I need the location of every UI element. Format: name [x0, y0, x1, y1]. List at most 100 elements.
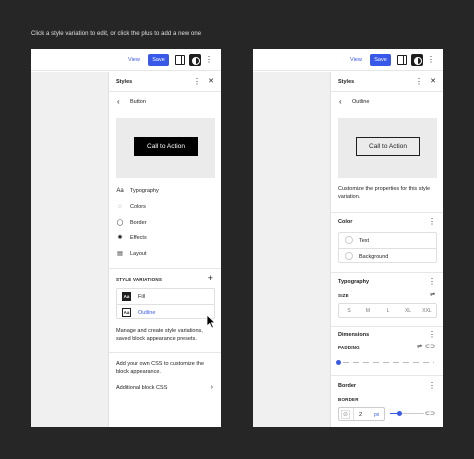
size-option-m[interactable]: M	[358, 308, 378, 314]
typography-options-icon[interactable]: ⋮	[428, 277, 436, 286]
sidebar-header: Styles ⋮ ✕	[109, 72, 221, 92]
size-option-l[interactable]: L	[378, 308, 398, 314]
styles-toggle-icon[interactable]	[189, 54, 201, 66]
styles-sidebar: Styles ⋮ ✕ ‹ Outline Call to Action Cust…	[330, 72, 443, 427]
editor-window-button-styles: View Save ⋮ Styles ⋮ ✕ ‹ Button Call to …	[31, 49, 221, 427]
add-variation-plus-icon[interactable]: +	[208, 274, 213, 283]
outline-variation-icon: Aa	[122, 308, 131, 317]
border-section-title: Border	[338, 383, 357, 389]
close-icon[interactable]: ✕	[208, 77, 214, 85]
sidebar-toggle-icon[interactable]	[175, 55, 185, 65]
typography-section-title: Typography	[338, 279, 370, 285]
border-icon: ◯	[116, 220, 124, 226]
variation-preview: Call to Action	[338, 118, 437, 178]
block-title: Button	[130, 99, 146, 105]
padding-settings-icon[interactable]: ⇌	[417, 343, 422, 350]
divider	[109, 268, 221, 269]
sidebar-title: Styles	[338, 79, 355, 85]
variation-title: Outline	[352, 99, 370, 105]
additional-css-link[interactable]: Additional block CSS	[116, 385, 216, 393]
css-help-text: Add your own CSS to customize the block …	[116, 361, 205, 375]
divider	[109, 352, 221, 353]
menu-item-label: Layout	[130, 251, 147, 257]
border-unit-select[interactable]: px	[374, 412, 379, 418]
link-sides-icon[interactable]: ⊂⊃	[425, 410, 435, 417]
back-arrow-icon[interactable]: ‹	[117, 97, 120, 106]
border-width-input[interactable]: 2	[359, 412, 362, 418]
typography-icon: Aa	[116, 188, 124, 194]
sidebar-toggle-icon[interactable]	[397, 55, 407, 65]
size-option-xl[interactable]: XL	[398, 308, 418, 314]
color-options-icon[interactable]: ⋮	[428, 217, 436, 226]
styles-sidebar: Styles ⋮ ✕ ‹ Button Call to Action Aa Ty…	[108, 72, 221, 427]
divider	[331, 375, 443, 376]
padding-slider-thumb[interactable]	[336, 360, 341, 365]
block-preview: Call to Action	[116, 118, 215, 178]
variation-item-fill[interactable]: Aa Fill	[117, 289, 214, 304]
font-size-picker: S M L XL XXL	[338, 303, 437, 318]
menu-item-label: Typography	[130, 188, 159, 194]
padding-slider-track[interactable]	[343, 362, 434, 363]
size-settings-icon[interactable]: ⇌	[430, 291, 435, 298]
background-color-swatch-icon	[345, 252, 353, 260]
view-button[interactable]: View	[350, 57, 362, 63]
divider	[331, 212, 443, 213]
padding-label: PADDING	[338, 345, 360, 350]
dimensions-section-title: Dimensions	[338, 332, 370, 338]
more-options-icon[interactable]: ⋮	[426, 55, 436, 65]
variation-item-outline[interactable]: Aa Outline	[117, 304, 214, 319]
color-list: Text Background	[338, 232, 437, 263]
color-item-label: Background	[359, 254, 389, 260]
size-option-s[interactable]: S	[339, 308, 359, 314]
border-options-icon[interactable]: ⋮	[428, 381, 436, 390]
sidebar-navigation: ‹ Outline	[331, 94, 443, 112]
more-options-icon[interactable]: ⋮	[204, 55, 214, 65]
editor-canvas[interactable]	[31, 72, 108, 427]
divider	[331, 272, 443, 273]
border-width-control: ⊘ 2 px	[338, 407, 385, 421]
sidebar-header: Styles ⋮ ✕	[331, 72, 443, 92]
save-button[interactable]: Save	[148, 54, 169, 66]
view-button[interactable]: View	[128, 57, 140, 63]
menu-item-label: Border	[130, 220, 147, 226]
fill-variation-icon: Aa	[122, 292, 131, 301]
separator	[353, 408, 354, 420]
styles-toggle-icon[interactable]	[411, 54, 423, 66]
text-color-swatch-icon	[345, 236, 353, 244]
border-color-swatch-icon[interactable]: ⊘	[341, 410, 350, 419]
back-arrow-icon[interactable]: ‹	[339, 97, 342, 106]
editor-toolbar: View Save ⋮	[253, 49, 443, 71]
border-label: BORDER	[338, 397, 359, 402]
divider	[331, 326, 443, 327]
sidebar-options-icon[interactable]: ⋮	[193, 77, 201, 86]
chevron-right-icon[interactable]: ›	[211, 384, 213, 391]
editor-canvas[interactable]	[253, 72, 330, 427]
link-sides-icon[interactable]: ⊂⊃	[425, 343, 435, 350]
preview-button-fill: Call to Action	[134, 137, 198, 156]
instruction-caption: Click a style variation to edit, or clic…	[31, 31, 202, 37]
editor-toolbar: View Save ⋮	[31, 49, 221, 71]
size-label: SIZE	[338, 293, 349, 298]
color-item-background[interactable]: Background	[339, 248, 436, 263]
mouse-cursor-icon	[206, 314, 216, 329]
sidebar-options-icon[interactable]: ⋮	[415, 77, 423, 86]
variations-list: Aa Fill Aa Outline	[116, 288, 215, 319]
editor-window-outline-variation: View Save ⋮ Styles ⋮ ✕ ‹ Outline Call to…	[253, 49, 443, 427]
dimensions-options-icon[interactable]: ⋮	[428, 330, 436, 339]
color-section-title: Color	[338, 219, 353, 225]
color-item-label: Text	[359, 238, 370, 244]
variations-help-text: Manage and create style variations, save…	[116, 328, 203, 342]
droplet-icon: ◌	[118, 204, 122, 210]
layout-icon: ▤	[117, 251, 123, 257]
effects-icon: ✺	[117, 235, 123, 241]
color-item-text[interactable]: Text	[339, 233, 436, 248]
sidebar-navigation: ‹ Button	[109, 94, 221, 112]
size-option-xxl[interactable]: XXL	[417, 308, 437, 314]
menu-item-label: Colors	[130, 204, 146, 210]
border-slider-track[interactable]	[402, 413, 424, 414]
save-button[interactable]: Save	[370, 54, 391, 66]
style-variations-heading: STYLE VARIATIONS	[116, 277, 163, 282]
variation-label: Outline	[138, 310, 156, 316]
close-icon[interactable]: ✕	[430, 77, 436, 85]
menu-item-label: Effects	[130, 235, 147, 241]
